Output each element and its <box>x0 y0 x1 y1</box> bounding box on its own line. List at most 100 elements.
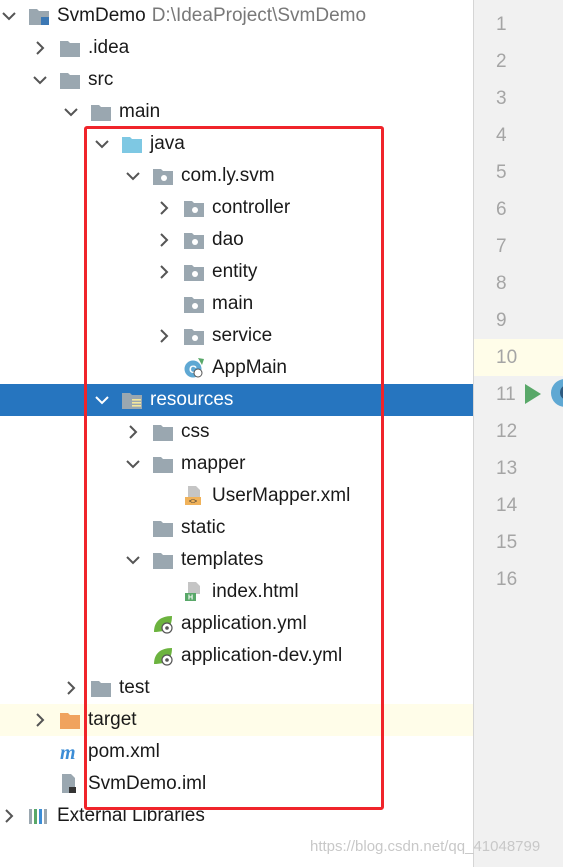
chevron-right-icon[interactable] <box>64 681 78 695</box>
tree-node-application-yml[interactable]: application.yml <box>0 608 473 640</box>
chevron-right-icon[interactable] <box>157 265 171 279</box>
tree-node-label: pom.xml <box>88 741 160 762</box>
tree-node-label: resources <box>150 389 234 410</box>
chevron-down-icon[interactable] <box>95 137 109 151</box>
tree-node-idea[interactable]: .idea <box>0 32 473 64</box>
line-number[interactable]: 12 <box>474 413 563 450</box>
package-icon <box>183 198 205 218</box>
chevron-right-icon[interactable] <box>2 809 16 823</box>
run-gutter-icon[interactable] <box>524 383 542 405</box>
tree-node-label: templates <box>181 549 264 570</box>
tree-node-label: index.html <box>212 581 299 602</box>
chevron-down-icon[interactable] <box>64 105 78 119</box>
tree-node-controller[interactable]: controller <box>0 192 473 224</box>
tree-node-application-dev-yml[interactable]: application-dev.yml <box>0 640 473 672</box>
chevron-down-icon[interactable] <box>126 457 140 471</box>
watermark: https://blog.csdn.net/qq_41048799 <box>310 838 541 855</box>
package-icon <box>152 166 174 186</box>
chevron-down-icon[interactable] <box>33 73 47 87</box>
tree-node-external-libraries[interactable]: External Libraries <box>0 800 473 832</box>
line-number[interactable]: 4 <box>474 117 563 154</box>
project-path: D:\IdeaProject\SvmDemo <box>151 5 367 26</box>
folder-icon <box>59 70 81 90</box>
chevron-down-icon[interactable] <box>126 169 140 183</box>
tree-node-label: css <box>181 421 210 442</box>
tree-node-svmdemo[interactable]: SvmDemo D:\IdeaProject\SvmDemo <box>0 0 473 32</box>
spring-config-icon <box>152 646 174 666</box>
tree-node-target[interactable]: target <box>0 704 473 736</box>
library-icon <box>28 806 50 826</box>
chevron-down-icon[interactable] <box>126 553 140 567</box>
tree-node-resources[interactable]: resources <box>0 384 473 416</box>
line-number[interactable]: 5 <box>474 154 563 191</box>
line-number[interactable]: 13 <box>474 450 563 487</box>
tree-node-label: .idea <box>88 37 130 58</box>
tree-node-main-pkg[interactable]: main <box>0 288 473 320</box>
line-number[interactable]: 14 <box>474 487 563 524</box>
tree-node-index-html[interactable]: Hindex.html <box>0 576 473 608</box>
tree-node-static[interactable]: static <box>0 512 473 544</box>
tree-node-test[interactable]: test <box>0 672 473 704</box>
editor-gutter: 16 15 14 13 12 11 10 9 8 7 6 5 4 3 2 1 <box>473 0 563 867</box>
resources-folder-icon <box>121 390 143 410</box>
line-number[interactable]: 9 <box>474 302 563 339</box>
tree-node-label: src <box>88 69 114 90</box>
excluded-folder-icon <box>59 710 81 730</box>
folder-icon <box>152 518 174 538</box>
tree-node-pom[interactable]: m pom.xml <box>0 736 473 768</box>
line-number[interactable]: 1 <box>474 6 563 43</box>
chevron-right-icon[interactable] <box>33 41 47 55</box>
tree-node-label: SvmDemo <box>57 5 146 26</box>
chevron-right-icon[interactable] <box>33 713 47 727</box>
tree-node-iml[interactable]: SvmDemo.iml <box>0 768 473 800</box>
line-number[interactable]: 16 <box>474 561 563 598</box>
xml-file-icon: <> <box>183 486 205 506</box>
tree-node-usermapper[interactable]: <> UserMapper.xml <box>0 480 473 512</box>
line-number[interactable]: 2 <box>474 43 563 80</box>
tree-node-templates[interactable]: templates <box>0 544 473 576</box>
tree-node-java[interactable]: java <box>0 128 473 160</box>
chevron-right-icon[interactable] <box>157 201 171 215</box>
tree-node-com-ly-svm[interactable]: com.ly.svm <box>0 160 473 192</box>
tree-node-label: main <box>119 101 161 122</box>
tree-node-entity[interactable]: entity <box>0 256 473 288</box>
tree-node-label: main <box>212 293 254 314</box>
tree-node-label: AppMain <box>212 357 287 378</box>
project-tree[interactable]: SvmDemo D:\IdeaProject\SvmDemo .idea src mai… <box>0 0 473 867</box>
line-number[interactable]: 7 <box>474 228 563 265</box>
tree-node-src[interactable]: src <box>0 64 473 96</box>
line-number[interactable]: 11 <box>474 376 563 413</box>
svg-text:<>: <> <box>189 499 197 506</box>
folder-icon <box>59 38 81 58</box>
maven-icon: m <box>59 742 81 762</box>
spring-boot-class-icon: C <box>183 358 205 378</box>
line-number[interactable]: 15 <box>474 524 563 561</box>
tree-node-label: target <box>88 709 137 730</box>
tree-node-label: com.ly.svm <box>181 165 275 186</box>
tree-node-css[interactable]: css <box>0 416 473 448</box>
spring-config-icon <box>152 614 174 634</box>
chevron-down-icon[interactable] <box>2 9 16 23</box>
tree-node-label: controller <box>212 197 291 218</box>
folder-icon <box>90 102 112 122</box>
folder-icon <box>90 678 112 698</box>
chevron-down-icon[interactable] <box>95 393 109 407</box>
tree-node-label: mapper <box>181 453 246 474</box>
chevron-right-icon[interactable] <box>157 233 171 247</box>
line-number[interactable]: 6 <box>474 191 563 228</box>
tree-node-label: test <box>119 677 150 698</box>
chevron-right-icon[interactable] <box>157 329 171 343</box>
line-number[interactable]: 3 <box>474 80 563 117</box>
tree-node-service[interactable]: service <box>0 320 473 352</box>
tree-node-label: java <box>150 133 185 154</box>
module-folder-icon <box>28 6 50 26</box>
tree-node-label: application-dev.yml <box>181 645 343 666</box>
line-number[interactable]: 8 <box>474 265 563 302</box>
tree-node-mapper[interactable]: mapper <box>0 448 473 480</box>
tree-node-main[interactable]: main <box>0 96 473 128</box>
html-file-icon: H <box>183 582 205 602</box>
tree-node-appmain[interactable]: C AppMain <box>0 352 473 384</box>
line-number[interactable]: 10 <box>474 339 563 376</box>
chevron-right-icon[interactable] <box>126 425 140 439</box>
tree-node-dao[interactable]: dao <box>0 224 473 256</box>
